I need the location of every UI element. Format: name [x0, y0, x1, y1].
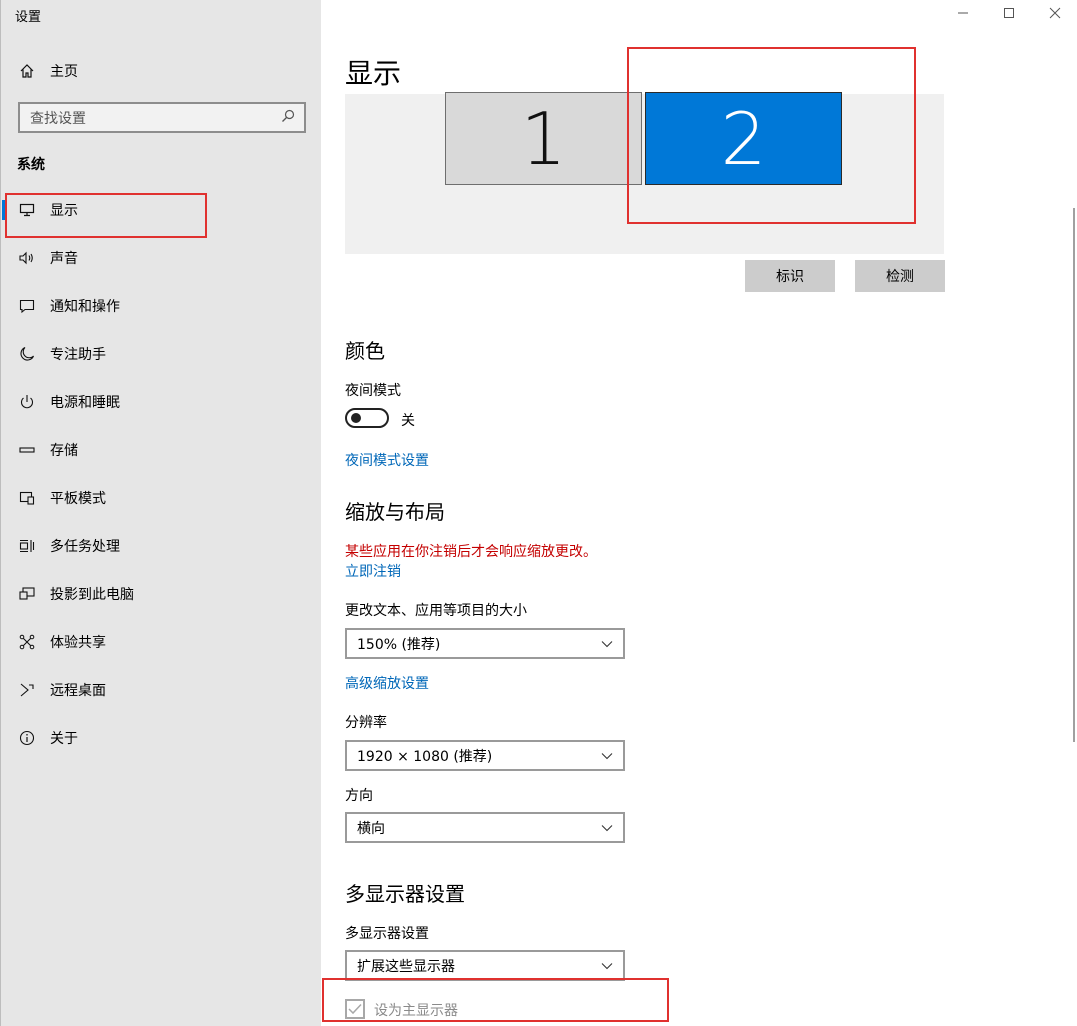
- select-value: 150% (推荐): [357, 636, 441, 653]
- sidebar-item-label: 声音: [50, 251, 78, 267]
- sidebar-item-label: 投影到此电脑: [50, 587, 134, 603]
- remote-icon: [18, 681, 36, 699]
- sidebar-item-label: 通知和操作: [50, 299, 120, 315]
- sidebar-item-home[interactable]: 主页: [1, 56, 322, 86]
- multi-display-heading: 多显示器设置: [345, 882, 465, 906]
- monitor-1[interactable]: 1: [445, 92, 642, 185]
- monitor-2[interactable]: 2: [645, 92, 842, 185]
- maximize-icon: [1003, 5, 1015, 23]
- sidebar-item-label: 专注助手: [50, 347, 106, 363]
- select-value: 1920 × 1080 (推荐): [357, 748, 493, 765]
- multi-display-label: 多显示器设置: [345, 926, 429, 942]
- monitor-arrangement: 1 2: [345, 92, 944, 254]
- moon-icon: [18, 345, 36, 363]
- sidebar-item-focus-assist[interactable]: 专注助手: [1, 330, 322, 378]
- maximize-button[interactable]: [992, 2, 1026, 26]
- detect-button[interactable]: 检测: [855, 260, 945, 292]
- message-icon: [18, 297, 36, 315]
- search-input[interactable]: 查找设置: [18, 102, 306, 133]
- project-icon: [18, 585, 36, 603]
- toggle-knob: [351, 413, 361, 423]
- multitask-icon: [18, 537, 36, 555]
- sidebar-item-shared-experience[interactable]: 体验共享: [1, 618, 322, 666]
- chevron-down-icon: [601, 822, 613, 834]
- primary-display-label: 设为主显示器: [374, 1003, 458, 1019]
- sidebar-item-power[interactable]: 电源和睡眠: [1, 378, 322, 426]
- resolution-select[interactable]: 1920 × 1080 (推荐): [345, 740, 625, 771]
- sidebar-item-multitasking[interactable]: 多任务处理: [1, 522, 322, 570]
- night-mode-toggle[interactable]: [345, 408, 389, 428]
- night-mode-label: 夜间模式: [345, 383, 401, 399]
- chevron-down-icon: [601, 638, 613, 650]
- scrollbar[interactable]: [1073, 208, 1075, 742]
- resolution-label: 分辨率: [345, 715, 387, 731]
- section-title: 系统: [17, 157, 45, 173]
- sidebar-nav: 显示 声音 通知和操作 专注助手 电源和睡眠 存储 平板模式 多任务处理 投影到…: [1, 186, 322, 762]
- multi-display-select[interactable]: 扩展这些显示器: [345, 950, 625, 981]
- sidebar: 设置 主页 查找设置 系统 显示 声音 通知和操作 专注助手 电源和睡眠 存储 …: [0, 0, 321, 1026]
- page-title: 显示: [345, 57, 402, 90]
- speaker-icon: [18, 249, 36, 267]
- select-value: 扩展这些显示器: [357, 958, 455, 975]
- sidebar-item-storage[interactable]: 存储: [1, 426, 322, 474]
- identify-button[interactable]: 标识: [745, 260, 835, 292]
- sidebar-item-label: 主页: [50, 64, 78, 80]
- checkmark-icon: [348, 1000, 362, 1019]
- home-icon: [18, 62, 36, 80]
- color-heading: 颜色: [345, 339, 385, 363]
- minimize-button[interactable]: [946, 2, 980, 26]
- sidebar-item-display[interactable]: 显示: [1, 186, 322, 234]
- select-value: 横向: [357, 820, 385, 837]
- primary-display-checkbox[interactable]: [345, 999, 365, 1019]
- night-mode-settings-link[interactable]: 夜间模式设置: [345, 450, 429, 470]
- scale-layout-heading: 缩放与布局: [345, 500, 445, 524]
- sidebar-item-about[interactable]: 关于: [1, 714, 322, 762]
- storage-icon: [18, 441, 36, 459]
- sidebar-item-label: 电源和睡眠: [50, 395, 120, 411]
- text-size-label: 更改文本、应用等项目的大小: [345, 603, 527, 619]
- sidebar-item-label: 平板模式: [50, 491, 106, 507]
- power-icon: [18, 393, 36, 411]
- info-icon: [18, 729, 36, 747]
- minimize-icon: [957, 5, 969, 23]
- sign-out-link[interactable]: 立即注销: [345, 561, 401, 581]
- advanced-scaling-link[interactable]: 高级缩放设置: [345, 673, 429, 693]
- sidebar-item-project[interactable]: 投影到此电脑: [1, 570, 322, 618]
- orientation-select[interactable]: 横向: [345, 812, 625, 843]
- search-placeholder: 查找设置: [30, 110, 86, 127]
- app-title: 设置: [15, 10, 42, 25]
- sidebar-item-remote-desktop[interactable]: 远程桌面: [1, 666, 322, 714]
- sidebar-item-sound[interactable]: 声音: [1, 234, 322, 282]
- close-button[interactable]: [1038, 2, 1072, 26]
- orientation-label: 方向: [345, 788, 373, 804]
- monitor-icon: [18, 201, 36, 219]
- sidebar-item-tablet-mode[interactable]: 平板模式: [1, 474, 322, 522]
- scale-warning: 某些应用在你注销后才会响应缩放更改。: [345, 544, 597, 560]
- text-size-select[interactable]: 150% (推荐): [345, 628, 625, 659]
- tablet-icon: [18, 489, 36, 507]
- night-mode-state: 关: [401, 413, 415, 429]
- share-icon: [18, 633, 36, 651]
- chevron-down-icon: [601, 960, 613, 972]
- sidebar-item-label: 存储: [50, 443, 78, 459]
- sidebar-item-notifications[interactable]: 通知和操作: [1, 282, 322, 330]
- sidebar-item-label: 远程桌面: [50, 683, 106, 699]
- close-icon: [1049, 5, 1061, 23]
- sidebar-item-label: 多任务处理: [50, 539, 120, 555]
- sidebar-item-label: 体验共享: [50, 635, 106, 651]
- sidebar-item-label: 显示: [50, 203, 78, 219]
- sidebar-item-label: 关于: [50, 731, 78, 747]
- chevron-down-icon: [601, 750, 613, 762]
- search-icon[interactable]: [281, 108, 295, 127]
